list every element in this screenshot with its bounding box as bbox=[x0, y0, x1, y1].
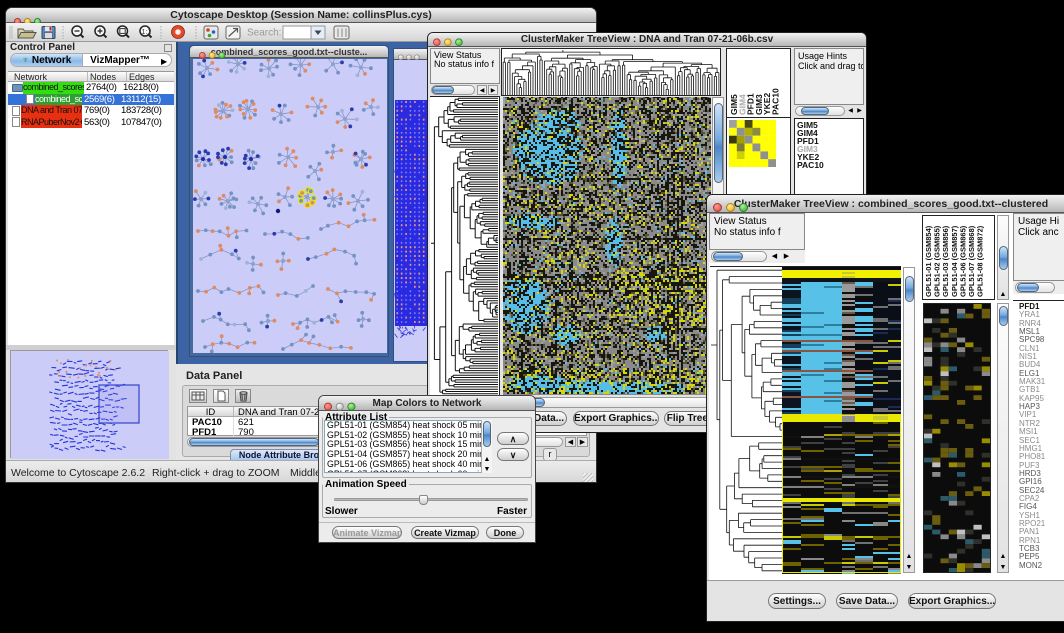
svg-text:Search:: Search: bbox=[247, 28, 281, 39]
svg-text:GPL51-08 (GSM872): GPL51-08 (GSM872) bbox=[976, 225, 985, 297]
svg-text:1:1: 1:1 bbox=[142, 29, 152, 36]
svg-text:PAC10: PAC10 bbox=[771, 88, 781, 115]
